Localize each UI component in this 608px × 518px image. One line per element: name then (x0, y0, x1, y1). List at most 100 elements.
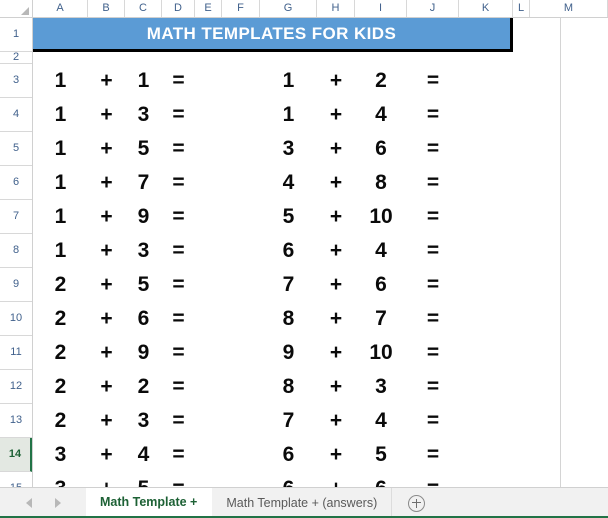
row-header-5[interactable]: 5 (0, 132, 32, 166)
cell-A10[interactable]: 2 (33, 302, 88, 336)
column-header-L[interactable]: L (513, 0, 530, 17)
cell-C11[interactable]: 9 (125, 336, 162, 370)
sheet-tabs[interactable]: Math Template + Math Template + (answers) (86, 488, 441, 518)
cell-C12[interactable]: 2 (125, 370, 162, 404)
cell-G4[interactable]: 1 (260, 98, 317, 132)
row-header-6[interactable]: 6 (0, 166, 32, 200)
column-header-J[interactable]: J (407, 0, 459, 17)
cell-J5[interactable]: = (407, 132, 459, 166)
cell-D4[interactable]: = (162, 98, 195, 132)
cell-A9[interactable]: 2 (33, 268, 88, 302)
cell-B12[interactable]: + (88, 370, 125, 404)
add-sheet-button[interactable] (392, 488, 441, 518)
row-header-10[interactable]: 10 (0, 302, 32, 336)
column-header-K[interactable]: K (459, 0, 513, 17)
cell-J3[interactable]: = (407, 64, 459, 98)
cell-D6[interactable]: = (162, 166, 195, 200)
cell-B3[interactable]: + (88, 64, 125, 98)
cell-J8[interactable]: = (407, 234, 459, 268)
cell-J11[interactable]: = (407, 336, 459, 370)
cell-J14[interactable]: = (407, 438, 459, 472)
cell-B14[interactable]: + (88, 438, 125, 472)
cell-B9[interactable]: + (88, 268, 125, 302)
cell-G8[interactable]: 6 (260, 234, 317, 268)
cell-H7[interactable]: + (317, 200, 355, 234)
cell-D13[interactable]: = (162, 404, 195, 438)
cell-D8[interactable]: = (162, 234, 195, 268)
cell-A5[interactable]: 1 (33, 132, 88, 166)
cell-G10[interactable]: 8 (260, 302, 317, 336)
cell-A3[interactable]: 1 (33, 64, 88, 98)
cell-D12[interactable]: = (162, 370, 195, 404)
column-header-I[interactable]: I (355, 0, 407, 17)
cell-B6[interactable]: + (88, 166, 125, 200)
cell-B11[interactable]: + (88, 336, 125, 370)
cell-canvas[interactable]: MATH TEMPLATES FOR KIDS 1 +1 = 1 +3 = 1 +5 = 1 +7 =… (33, 18, 608, 487)
previous-sheet-arrow-icon[interactable] (25, 498, 32, 508)
cell-J9[interactable]: = (407, 268, 459, 302)
column-header-G[interactable]: G (260, 0, 317, 17)
cell-J12[interactable]: = (407, 370, 459, 404)
cell-A8[interactable]: 1 (33, 234, 88, 268)
cell-I3[interactable]: 2 (355, 64, 407, 98)
cell-D15[interactable]: = (162, 472, 195, 487)
cell-B4[interactable]: + (88, 98, 125, 132)
cell-G12[interactable]: 8 (260, 370, 317, 404)
cell-B10[interactable]: + (88, 302, 125, 336)
cell-C10[interactable]: 6 (125, 302, 162, 336)
cell-H13[interactable]: + (317, 404, 355, 438)
cell-I15[interactable]: 6 (355, 472, 407, 487)
sheet-navigation-arrows[interactable] (0, 488, 86, 518)
cell-H15[interactable]: + (317, 472, 355, 487)
cell-D10[interactable]: = (162, 302, 195, 336)
cell-B8[interactable]: + (88, 234, 125, 268)
column-header-H[interactable]: H (317, 0, 355, 17)
cell-B7[interactable]: + (88, 200, 125, 234)
row-header-12[interactable]: 12 (0, 370, 32, 404)
cell-B5[interactable]: + (88, 132, 125, 166)
cell-H9[interactable]: + (317, 268, 355, 302)
cell-A12[interactable]: 2 (33, 370, 88, 404)
cell-I8[interactable]: 4 (355, 234, 407, 268)
cell-C9[interactable]: 5 (125, 268, 162, 302)
cell-G9[interactable]: 7 (260, 268, 317, 302)
cell-H6[interactable]: + (317, 166, 355, 200)
cell-H3[interactable]: + (317, 64, 355, 98)
cell-G15[interactable]: 6 (260, 472, 317, 487)
cell-C15[interactable]: 5 (125, 472, 162, 487)
cell-A11[interactable]: 2 (33, 336, 88, 370)
cell-C7[interactable]: 9 (125, 200, 162, 234)
worksheet-grid[interactable]: ABCDEFGHIJKLM 123456789101112131415 MATH… (0, 0, 608, 487)
cell-G6[interactable]: 4 (260, 166, 317, 200)
cell-A13[interactable]: 2 (33, 404, 88, 438)
cell-G11[interactable]: 9 (260, 336, 317, 370)
cell-J10[interactable]: = (407, 302, 459, 336)
cell-H8[interactable]: + (317, 234, 355, 268)
row-header-15[interactable]: 15 (0, 472, 32, 487)
cell-H4[interactable]: + (317, 98, 355, 132)
cell-I11[interactable]: 10 (355, 336, 407, 370)
cell-G7[interactable]: 5 (260, 200, 317, 234)
cell-D3[interactable]: = (162, 64, 195, 98)
cell-A15[interactable]: 3 (33, 472, 88, 487)
cell-J15[interactable]: = (407, 472, 459, 487)
next-sheet-arrow-icon[interactable] (54, 498, 61, 508)
cell-J4[interactable]: = (407, 98, 459, 132)
column-header-F[interactable]: F (222, 0, 260, 17)
cell-D9[interactable]: = (162, 268, 195, 302)
cell-I10[interactable]: 7 (355, 302, 407, 336)
column-header-C[interactable]: C (125, 0, 162, 17)
cell-G5[interactable]: 3 (260, 132, 317, 166)
cell-H10[interactable]: + (317, 302, 355, 336)
cell-I4[interactable]: 4 (355, 98, 407, 132)
column-header-D[interactable]: D (162, 0, 195, 17)
cell-C3[interactable]: 1 (125, 64, 162, 98)
row-header-4[interactable]: 4 (0, 98, 32, 132)
cell-J7[interactable]: = (407, 200, 459, 234)
cell-D11[interactable]: = (162, 336, 195, 370)
cell-A6[interactable]: 1 (33, 166, 88, 200)
cell-B13[interactable]: + (88, 404, 125, 438)
cell-D5[interactable]: = (162, 132, 195, 166)
column-header-B[interactable]: B (88, 0, 125, 17)
cell-G14[interactable]: 6 (260, 438, 317, 472)
